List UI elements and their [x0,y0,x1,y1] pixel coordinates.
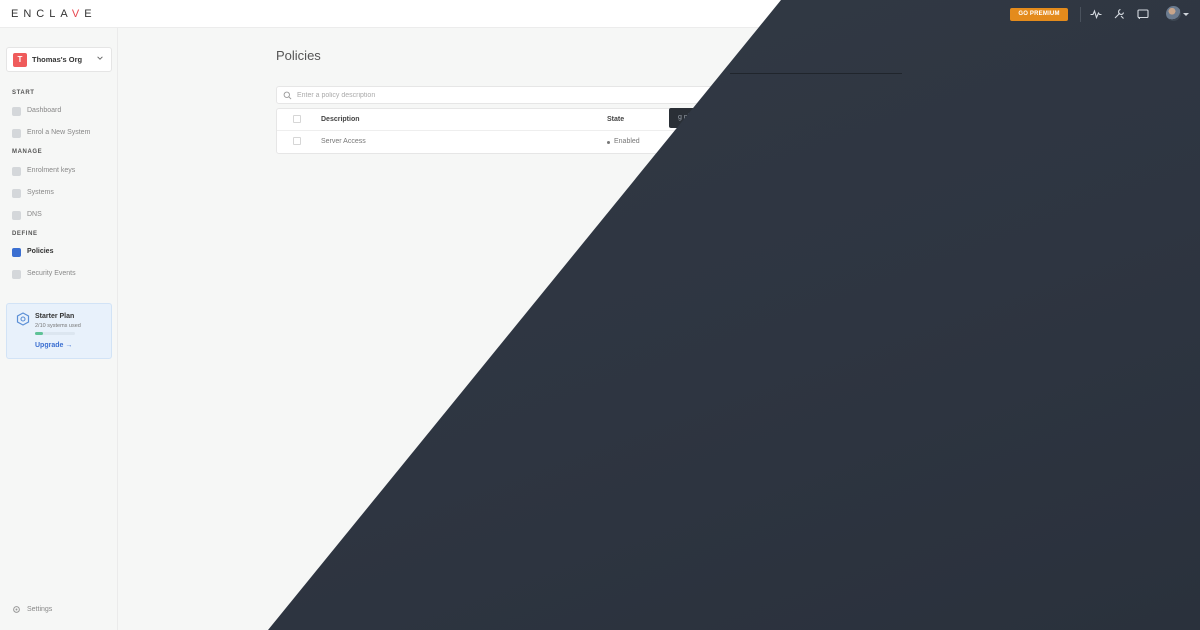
org-avatar: T [13,53,27,67]
policy-search [276,86,746,104]
plan-title: Starter Plan [35,313,75,320]
sidebar-item-label: Enrolment keys [27,167,76,174]
upgrade-link[interactable]: Upgrade → [35,342,72,349]
policy-description[interactable]: Server Access [321,138,366,145]
sidebar-item-label: Enrol a New System [27,129,91,136]
toolbar-divider [1080,7,1081,22]
section-define: DEFINE [12,231,38,237]
sidebar-item-label: Systems [27,189,54,196]
plan-usage-fill [35,332,43,335]
sidebar-item-enrol-system[interactable]: Enrol a New System [12,127,112,141]
sidebar-item-settings[interactable]: Settings [12,605,112,617]
enclave-logo[interactable]: ENCLAVE [11,8,97,20]
plan-card: Starter Plan 2/10 systems used Upgrade → [6,303,112,359]
sidebar-item-label: DNS [27,211,42,218]
sidebar-item-label: Policies [27,248,54,255]
go-premium-button[interactable]: GO PREMIUM [1010,8,1068,21]
section-start: START [12,90,35,96]
sidebar-item-dns[interactable]: DNS [12,209,112,223]
cast-icon[interactable] [1137,8,1149,20]
sidebar-item-systems[interactable]: Systems [12,187,112,201]
settings-label: Settings [27,606,53,613]
sidebar-item-dashboard[interactable]: Dashboard [12,105,112,119]
section-manage: MANAGE [12,149,43,155]
caret-down-icon[interactable] [1183,13,1189,16]
column-header-state[interactable]: State [607,116,624,123]
enrol-icon [12,129,21,138]
column-header-description[interactable]: Description [321,116,360,123]
policy-icon [12,248,21,257]
sidebar-item-label: Dashboard [27,107,62,114]
org-switcher[interactable]: T Thomas's Org [6,47,112,72]
tools-icon[interactable] [1113,8,1125,20]
sidebar-item-enrolment-keys[interactable]: Enrolment keys [12,165,112,179]
search-icon [283,91,292,100]
monitor-icon [12,189,21,198]
user-avatar[interactable] [1166,6,1181,21]
row-checkbox[interactable] [293,137,301,145]
plan-usage: 2/10 systems used [35,323,81,329]
plan-usage-bar [35,332,75,335]
send-icon [12,107,21,116]
chevron-down-icon [97,56,103,60]
org-name: Thomas's Org [32,55,83,64]
sidebar: T Thomas's Org START Dashboard Enrol a N… [0,28,118,630]
gear-icon [13,606,20,613]
state-dot [607,141,610,144]
sidebar-item-security-events[interactable]: Security Events [12,268,112,282]
page-title: Policies [276,48,321,63]
activity-icon[interactable] [1090,8,1102,20]
sidebar-item-label: Security Events [27,270,76,277]
select-all-checkbox[interactable] [293,115,301,123]
divider-line [730,73,902,74]
policy-state: Enabled [614,138,640,145]
shield-icon [12,270,21,279]
globe-icon [12,211,21,220]
sidebar-item-policies[interactable]: Policies [12,246,112,260]
search-input[interactable] [297,89,597,102]
hexagon-icon [16,312,30,326]
key-icon [12,167,21,176]
